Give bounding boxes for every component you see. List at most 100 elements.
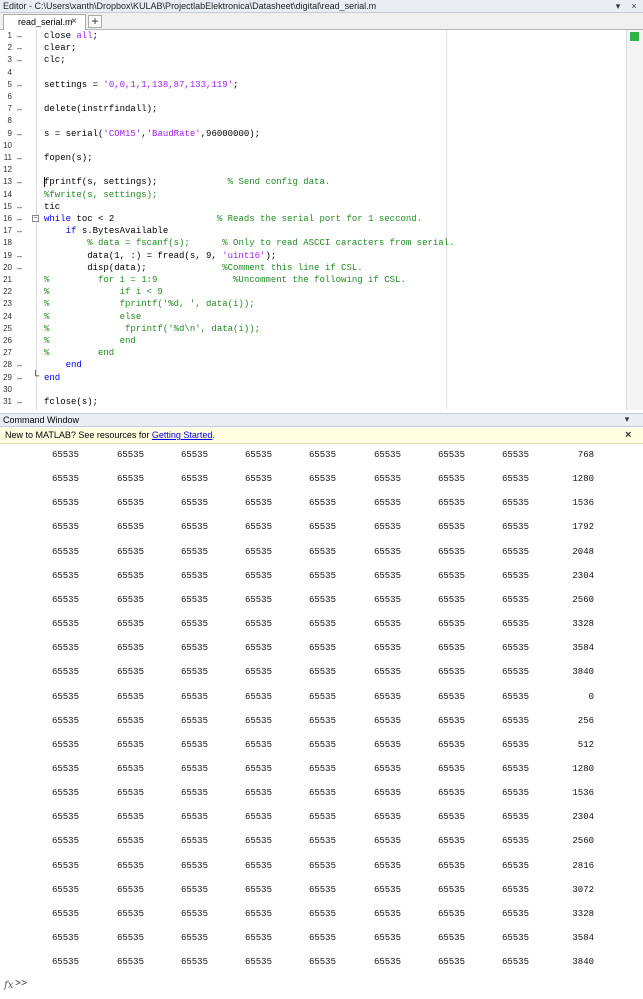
breakpoint-marker[interactable]: – — [17, 250, 22, 262]
code-line[interactable]: 13– fprintf(s, settings); % Send config d… — [0, 176, 626, 188]
editor-vertical-scrollbar[interactable] — [626, 30, 643, 410]
breakpoint-marker[interactable]: – — [17, 30, 22, 42]
code-token: ,96000000); — [200, 128, 261, 139]
code-line[interactable]: 17– if s.BytesAvailable — [0, 225, 626, 237]
tab-label: read_serial.m — [18, 17, 73, 27]
code-fold-icon[interactable]: − — [32, 215, 39, 222]
banner-message: New to MATLAB? See resources for Getting… — [5, 430, 215, 440]
code-line[interactable]: 24 % else — [0, 311, 626, 323]
code-text: settings = '0,0,1,1,138,87,133,119'; — [44, 79, 238, 91]
code-line[interactable]: 6 — [0, 91, 626, 103]
code-line[interactable]: 11– fopen(s); — [0, 152, 626, 164]
banner-close-icon[interactable]: × — [625, 428, 631, 442]
editor-menu-dropdown-icon[interactable]: ▾ — [612, 0, 624, 13]
output-value: 65535 — [116, 450, 144, 460]
breakpoint-marker[interactable]: – — [17, 54, 22, 66]
output-value: 65535 — [373, 691, 401, 702]
output-value: 65535 — [116, 667, 144, 678]
breakpoint-marker[interactable]: – — [17, 372, 22, 384]
code-line[interactable]: 2– clear; — [0, 42, 626, 54]
breakpoint-marker[interactable]: – — [17, 262, 22, 274]
code-line[interactable]: 8 — [0, 115, 626, 127]
output-value: 65535 — [51, 812, 79, 823]
code-line[interactable]: 29– └ end — [0, 371, 626, 384]
output-value: 65535 — [308, 691, 336, 702]
code-line[interactable]: 22 % if i < 9 — [0, 286, 626, 298]
breakpoint-marker[interactable]: – — [17, 213, 22, 225]
code-token: clc; — [44, 55, 66, 66]
output-value: 65535 — [180, 933, 208, 943]
code-text: clear; — [44, 42, 76, 54]
output-value: 65535 — [373, 908, 401, 919]
line-number: 8 — [7, 116, 12, 126]
code-line[interactable]: 20– disp(data); %Comment this line if CS… — [0, 262, 626, 274]
breakpoint-marker[interactable]: – — [17, 128, 22, 140]
output-value: 65535 — [51, 450, 79, 460]
breakpoint-marker[interactable]: – — [17, 176, 22, 188]
breakpoint-marker[interactable]: – — [17, 225, 22, 237]
code-line[interactable]: 4 — [0, 67, 626, 79]
code-token: fprintf(s, settings); — [44, 177, 228, 188]
breakpoint-marker[interactable]: – — [17, 79, 22, 91]
code-token: s.BytesAvailable — [76, 226, 169, 237]
code-line[interactable]: 5– settings = '0,0,1,1,138,87,133,119'; — [0, 79, 626, 91]
output-value: 65535 — [501, 691, 529, 702]
code-token: ; — [233, 79, 239, 90]
code-editor[interactable]: 1– close all; 2– clear; 3– clc; 4 5– settings = … — [0, 30, 643, 410]
code-line[interactable]: 25 % fprintf('%d\n', data(i)); — [0, 323, 626, 335]
output-value: 65535 — [308, 788, 336, 799]
getting-started-link[interactable]: Getting Started — [152, 430, 213, 440]
output-value: 65535 — [308, 884, 336, 895]
code-token: data(1, :) = fread(s, 9, — [44, 250, 223, 261]
tab-close-icon[interactable]: × — [71, 15, 77, 29]
output-value: 65535 — [116, 691, 144, 702]
output-value: 65535 — [116, 908, 144, 919]
code-line[interactable]: 10 — [0, 140, 626, 152]
code-line[interactable]: 21 % for i = 1:9 %Uncomment the following… — [0, 274, 626, 286]
code-line[interactable]: 30 — [0, 384, 626, 396]
breakpoint-marker[interactable]: – — [17, 42, 22, 54]
code-line[interactable]: 16– − while toc < 2 % Reads the serial por… — [0, 213, 626, 225]
editor-close-icon[interactable]: × — [628, 0, 640, 13]
code-line[interactable]: 9– s = serial('COM15','BaudRate',96000000… — [0, 128, 626, 140]
tab-read-serial[interactable]: read_serial.m × — [3, 14, 86, 30]
line-number: 31 — [3, 397, 12, 406]
output-value: 65535 — [244, 812, 272, 823]
breakpoint-marker[interactable]: – — [17, 201, 22, 213]
command-prompt[interactable]: fx >> — [0, 977, 643, 995]
code-line[interactable]: 3– clc; — [0, 54, 626, 66]
code-line[interactable]: 1– close all; — [0, 30, 626, 42]
new-tab-button[interactable]: + — [88, 15, 102, 28]
line-number: 15 — [3, 201, 12, 211]
output-value: 65535 — [244, 860, 272, 871]
code-line[interactable]: 15– tic — [0, 201, 626, 213]
code-line[interactable]: 18 % data = fscanf(s); % Only to read AS… — [0, 237, 626, 249]
code-line[interactable]: 28– end — [0, 359, 626, 371]
function-browser-icon[interactable]: fx — [4, 978, 13, 994]
code-line[interactable]: 14 %fwrite(s, settings); — [0, 189, 626, 201]
code-line[interactable]: 12 — [0, 164, 626, 176]
code-line[interactable]: 7– delete(instrfindall); — [0, 103, 626, 115]
code-line[interactable]: 26 % end — [0, 335, 626, 347]
code-line[interactable]: 23 % fprintf('%d, ', data(i)); — [0, 298, 626, 310]
code-token: close — [44, 31, 77, 41]
breakpoint-marker[interactable]: – — [17, 152, 22, 164]
code-line[interactable]: 19– data(1, :) = fread(s, 9, 'uint16'); — [0, 250, 626, 262]
code-text: % for i = 1:9 %Uncomment the following i… — [44, 274, 406, 286]
code-line[interactable]: 31– fclose(s); — [0, 396, 626, 408]
breakpoint-marker[interactable]: – — [17, 396, 22, 408]
keyword-token: while — [44, 214, 72, 224]
output-value: 65535 — [373, 546, 401, 557]
string-token: 'BaudRate' — [146, 128, 201, 139]
output-value: 65535 — [501, 546, 529, 557]
code-line[interactable]: 27 % end — [0, 347, 626, 359]
command-window-dropdown-icon[interactable]: ▾ — [621, 413, 633, 426]
line-number: 11 — [3, 153, 12, 162]
output-value: 65535 — [180, 691, 208, 702]
line-number: 23 — [3, 299, 12, 309]
output-value: 65535 — [244, 643, 272, 654]
breakpoint-marker[interactable]: – — [17, 103, 22, 115]
breakpoint-marker[interactable]: – — [17, 359, 22, 371]
output-value: 65535 — [501, 957, 529, 968]
output-value: 65535 — [244, 691, 272, 702]
